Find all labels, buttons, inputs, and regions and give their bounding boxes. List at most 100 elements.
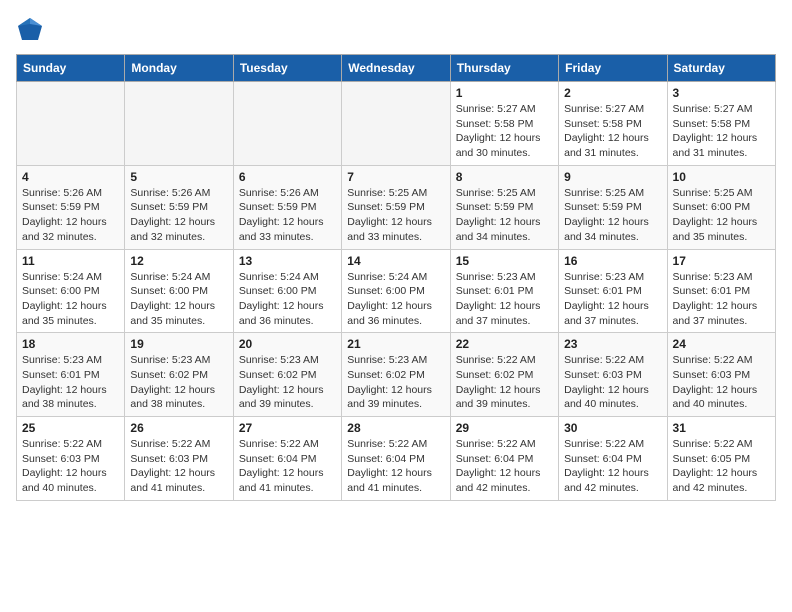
table-row — [125, 82, 233, 166]
table-row: 13 Sunrise: 5:24 AMSunset: 6:00 PMDayligh… — [233, 249, 341, 333]
table-row: 19Sunrise: 5:23 AMSunset: 6:02 PMDayligh… — [125, 333, 233, 417]
day-info: Sunrise: 5:26 AMSunset: 5:59 PMDaylight:… — [130, 186, 227, 245]
day-info: Sunrise: 5:25 AMSunset: 6:00 PMDaylight:… — [673, 186, 770, 245]
day-number: 31 — [673, 421, 770, 435]
table-row: 22 Sunrise: 5:22 AMSunset: 6:02 PMDayligh… — [450, 333, 558, 417]
day-number: 20 — [239, 337, 336, 351]
day-info: Sunrise: 5:24 AMSunset: 6:00 PMDaylight:… — [239, 270, 336, 329]
day-number: 30 — [564, 421, 661, 435]
weekday-header: Tuesday — [233, 55, 341, 82]
day-number: 27 — [239, 421, 336, 435]
day-info: Sunrise: 5:24 AMSunset: 6:00 PMDaylight:… — [22, 270, 119, 329]
day-number: 1 — [456, 86, 553, 100]
table-row: 3 Sunrise: 5:27 AMSunset: 5:58 PMDaylight… — [667, 82, 775, 166]
day-info: Sunrise: 5:22 AMSunset: 6:03 PMDaylight:… — [22, 437, 119, 496]
day-number: 18 — [22, 337, 119, 351]
day-info: Sunrise: 5:22 AMSunset: 6:03 PMDaylight:… — [564, 353, 661, 412]
table-row: 29Sunrise: 5:22 AMSunset: 6:04 PMDayligh… — [450, 417, 558, 501]
day-info: Sunrise: 5:22 AMSunset: 6:04 PMDaylight:… — [564, 437, 661, 496]
day-info: Sunrise: 5:22 AMSunset: 6:05 PMDaylight:… — [673, 437, 770, 496]
day-info: Sunrise: 5:25 AMSunset: 5:59 PMDaylight:… — [456, 186, 553, 245]
table-row: 9 Sunrise: 5:25 AMSunset: 5:59 PMDaylight… — [559, 165, 667, 249]
day-number: 8 — [456, 170, 553, 184]
day-info: Sunrise: 5:27 AMSunset: 5:58 PMDaylight:… — [673, 102, 770, 161]
table-row: 31 Sunrise: 5:22 AMSunset: 6:05 PMDayligh… — [667, 417, 775, 501]
day-info: Sunrise: 5:26 AMSunset: 5:59 PMDaylight:… — [239, 186, 336, 245]
table-row: 30 Sunrise: 5:22 AMSunset: 6:04 PMDayligh… — [559, 417, 667, 501]
day-info: Sunrise: 5:23 AMSunset: 6:02 PMDaylight:… — [347, 353, 444, 412]
day-info: Sunrise: 5:23 AMSunset: 6:01 PMDaylight:… — [673, 270, 770, 329]
day-number: 15 — [456, 254, 553, 268]
table-row: 6 Sunrise: 5:26 AMSunset: 5:59 PMDaylight… — [233, 165, 341, 249]
day-number: 6 — [239, 170, 336, 184]
day-number: 11 — [22, 254, 119, 268]
day-number: 23 — [564, 337, 661, 351]
table-row: 14 Sunrise: 5:24 AMSunset: 6:00 PMDayligh… — [342, 249, 450, 333]
table-row: 18 Sunrise: 5:23 AMSunset: 6:01 PMDayligh… — [17, 333, 125, 417]
day-info: Sunrise: 5:25 AMSunset: 5:59 PMDaylight:… — [564, 186, 661, 245]
day-number: 2 — [564, 86, 661, 100]
day-info: Sunrise: 5:22 AMSunset: 6:02 PMDaylight:… — [456, 353, 553, 412]
day-info: Sunrise: 5:22 AMSunset: 6:04 PMDaylight:… — [239, 437, 336, 496]
header-row: SundayMondayTuesdayWednesdayThursdayFrid… — [17, 55, 776, 82]
table-row: 8 Sunrise: 5:25 AMSunset: 5:59 PMDaylight… — [450, 165, 558, 249]
table-row: 12 Sunrise: 5:24 AMSunset: 6:00 PMDayligh… — [125, 249, 233, 333]
calendar-row: 25Sunrise: 5:22 AMSunset: 6:03 PMDayligh… — [17, 417, 776, 501]
table-row: 7Sunrise: 5:25 AMSunset: 5:59 PMDaylight… — [342, 165, 450, 249]
weekday-header: Sunday — [17, 55, 125, 82]
day-info: Sunrise: 5:23 AMSunset: 6:02 PMDaylight:… — [239, 353, 336, 412]
table-row: 25Sunrise: 5:22 AMSunset: 6:03 PMDayligh… — [17, 417, 125, 501]
weekday-header: Monday — [125, 55, 233, 82]
day-number: 4 — [22, 170, 119, 184]
weekday-header: Thursday — [450, 55, 558, 82]
table-row: 20 Sunrise: 5:23 AMSunset: 6:02 PMDayligh… — [233, 333, 341, 417]
calendar-table: SundayMondayTuesdayWednesdayThursdayFrid… — [16, 54, 776, 501]
day-info: Sunrise: 5:23 AMSunset: 6:01 PMDaylight:… — [564, 270, 661, 329]
day-info: Sunrise: 5:24 AMSunset: 6:00 PMDaylight:… — [130, 270, 227, 329]
page-header — [16, 16, 776, 44]
day-number: 17 — [673, 254, 770, 268]
table-row: 24 Sunrise: 5:22 AMSunset: 6:03 PMDayligh… — [667, 333, 775, 417]
day-info: Sunrise: 5:23 AMSunset: 6:01 PMDaylight:… — [22, 353, 119, 412]
table-row: 11 Sunrise: 5:24 AMSunset: 6:00 PMDayligh… — [17, 249, 125, 333]
day-number: 13 — [239, 254, 336, 268]
day-info: Sunrise: 5:22 AMSunset: 6:03 PMDaylight:… — [673, 353, 770, 412]
calendar-row: 11 Sunrise: 5:24 AMSunset: 6:00 PMDayligh… — [17, 249, 776, 333]
day-info: Sunrise: 5:22 AMSunset: 6:04 PMDaylight:… — [456, 437, 553, 496]
day-number: 24 — [673, 337, 770, 351]
table-row: 10 Sunrise: 5:25 AMSunset: 6:00 PMDayligh… — [667, 165, 775, 249]
table-row: 5 Sunrise: 5:26 AMSunset: 5:59 PMDaylight… — [125, 165, 233, 249]
table-row: 15 Sunrise: 5:23 AMSunset: 6:01 PMDayligh… — [450, 249, 558, 333]
day-number: 7 — [347, 170, 444, 184]
day-number: 10 — [673, 170, 770, 184]
weekday-header: Wednesday — [342, 55, 450, 82]
day-number: 26 — [130, 421, 227, 435]
table-row — [233, 82, 341, 166]
day-info: Sunrise: 5:24 AMSunset: 6:00 PMDaylight:… — [347, 270, 444, 329]
day-number: 12 — [130, 254, 227, 268]
day-info: Sunrise: 5:22 AMSunset: 6:03 PMDaylight:… — [130, 437, 227, 496]
day-number: 9 — [564, 170, 661, 184]
table-row: 17 Sunrise: 5:23 AMSunset: 6:01 PMDayligh… — [667, 249, 775, 333]
table-row: 26 Sunrise: 5:22 AMSunset: 6:03 PMDayligh… — [125, 417, 233, 501]
table-row: 2Sunrise: 5:27 AMSunset: 5:58 PMDaylight… — [559, 82, 667, 166]
table-row — [17, 82, 125, 166]
day-info: Sunrise: 5:23 AMSunset: 6:01 PMDaylight:… — [456, 270, 553, 329]
day-info: Sunrise: 5:26 AMSunset: 5:59 PMDaylight:… — [22, 186, 119, 245]
day-info: Sunrise: 5:23 AMSunset: 6:02 PMDaylight:… — [130, 353, 227, 412]
logo — [16, 16, 48, 44]
table-row — [342, 82, 450, 166]
table-row: 4 Sunrise: 5:26 AMSunset: 5:59 PMDaylight… — [17, 165, 125, 249]
day-info: Sunrise: 5:22 AMSunset: 6:04 PMDaylight:… — [347, 437, 444, 496]
logo-icon — [16, 16, 44, 44]
day-number: 3 — [673, 86, 770, 100]
day-number: 22 — [456, 337, 553, 351]
day-number: 21 — [347, 337, 444, 351]
table-row: 21 Sunrise: 5:23 AMSunset: 6:02 PMDayligh… — [342, 333, 450, 417]
day-number: 14 — [347, 254, 444, 268]
weekday-header: Saturday — [667, 55, 775, 82]
day-number: 5 — [130, 170, 227, 184]
table-row: 28Sunrise: 5:22 AMSunset: 6:04 PMDayligh… — [342, 417, 450, 501]
day-number: 16 — [564, 254, 661, 268]
table-row: 23 Sunrise: 5:22 AMSunset: 6:03 PMDayligh… — [559, 333, 667, 417]
